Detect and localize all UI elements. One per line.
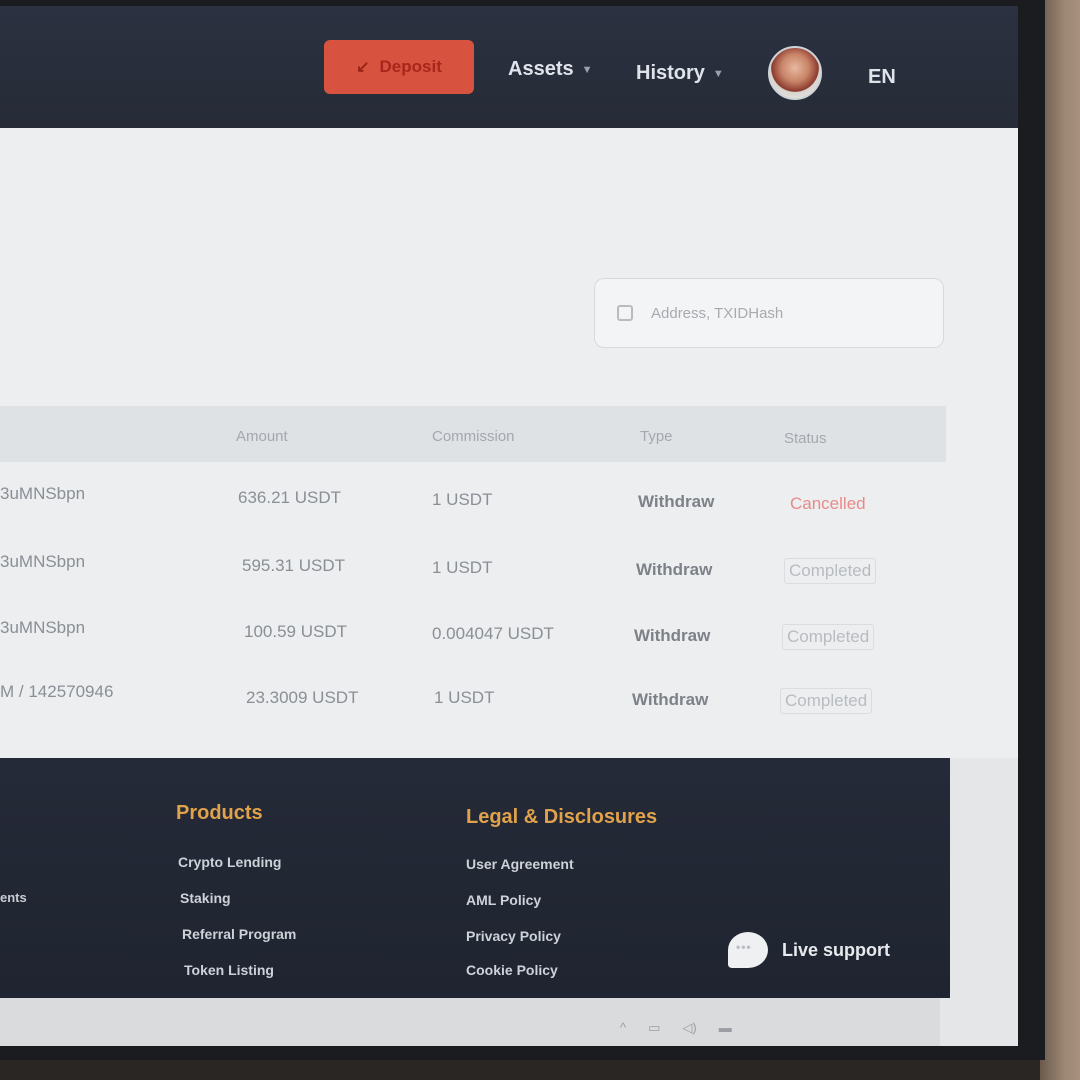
tray-volume-icon[interactable]: ◁) bbox=[682, 1020, 696, 1036]
live-support-label: Live support bbox=[782, 939, 891, 960]
row-amount: 100.59 USDT bbox=[244, 622, 347, 641]
os-taskbar bbox=[0, 998, 940, 1046]
footer-link-cookie-policy[interactable]: Cookie Policy bbox=[466, 962, 558, 978]
header-type: Type bbox=[640, 428, 673, 445]
deposit-button[interactable]: ↙ Deposit bbox=[324, 40, 474, 94]
search-checkbox-icon bbox=[617, 305, 633, 321]
screen: ↙ Deposit Assets ▼ History ▼ EN Address,… bbox=[0, 6, 1018, 1046]
search-placeholder: Address, TXIDHash bbox=[651, 304, 784, 322]
nav-history[interactable]: History ▼ bbox=[636, 62, 724, 85]
row-commission: 0.004047 USDT bbox=[432, 624, 554, 643]
header-amount: Amount bbox=[236, 428, 288, 445]
footer-link-privacy-policy[interactable]: Privacy Policy bbox=[466, 928, 561, 944]
tray-network-icon[interactable]: ▭ bbox=[648, 1020, 660, 1036]
chevron-down-icon: ▼ bbox=[581, 63, 593, 76]
arrow-icon: ↙ bbox=[356, 59, 370, 76]
top-nav-bar: ↙ Deposit Assets ▼ History ▼ EN bbox=[0, 6, 1018, 128]
table-row[interactable]: M / 142570946 23.3009 USDT 1 USDT Withdr… bbox=[0, 666, 946, 732]
row-address: 3uMNSbpn bbox=[0, 552, 86, 571]
row-commission: 1 USDT bbox=[434, 688, 495, 707]
avatar[interactable] bbox=[768, 46, 822, 100]
row-address: 3uMNSbpn bbox=[0, 618, 86, 637]
language-selector[interactable]: EN bbox=[868, 66, 896, 89]
history-content: Address, TXIDHash Amount Commission Type… bbox=[0, 128, 1018, 758]
footer-link-referral-program[interactable]: Referral Program bbox=[182, 926, 296, 942]
table-row[interactable]: 3uMNSbpn 595.31 USDT 1 USDT Withdraw Com… bbox=[0, 534, 946, 600]
nav-assets-label: Assets bbox=[508, 58, 574, 80]
footer-link-token-listing[interactable]: Token Listing bbox=[184, 962, 274, 978]
system-tray: ^ ▭ ◁) ▬ bbox=[620, 1020, 732, 1036]
row-address: 3uMNSbpn bbox=[0, 484, 86, 503]
footer-link-user-agreement[interactable]: User Agreement bbox=[466, 856, 574, 872]
row-amount: 595.31 USDT bbox=[242, 556, 345, 575]
nav-assets[interactable]: Assets ▼ bbox=[508, 58, 593, 81]
header-status: Status bbox=[784, 430, 827, 447]
footer-link-aml-policy[interactable]: AML Policy bbox=[466, 892, 541, 908]
table-row[interactable]: 3uMNSbpn 100.59 USDT 0.004047 USDT Withd… bbox=[0, 600, 946, 666]
tray-battery-icon[interactable]: ▬ bbox=[719, 1020, 732, 1036]
footer-legal-heading: Legal & Disclosures bbox=[466, 806, 658, 828]
row-amount: 636.21 USDT bbox=[238, 488, 341, 507]
row-type: Withdraw bbox=[636, 560, 713, 579]
status-badge: Completed bbox=[784, 558, 877, 584]
deposit-label: Deposit bbox=[379, 57, 442, 76]
row-type: Withdraw bbox=[634, 626, 711, 645]
footer-left-link[interactable]: ents bbox=[0, 890, 27, 905]
live-support-button[interactable]: Live support bbox=[728, 932, 890, 968]
background-wall bbox=[1040, 0, 1080, 1080]
table-row[interactable]: 3uMNSbpn 636.21 USDT 1 USDT Withdraw Can… bbox=[0, 468, 946, 534]
nav-history-label: History bbox=[636, 62, 705, 84]
row-address: M / 142570946 bbox=[0, 682, 114, 701]
row-type: Withdraw bbox=[638, 492, 715, 511]
row-type: Withdraw bbox=[632, 690, 709, 709]
header-commission: Commission bbox=[432, 428, 515, 445]
status-badge: Completed bbox=[782, 624, 875, 650]
tray-chevron-icon[interactable]: ^ bbox=[620, 1020, 626, 1036]
status-badge: Completed bbox=[780, 688, 873, 714]
status-badge: Cancelled bbox=[790, 494, 866, 513]
row-commission: 1 USDT bbox=[432, 558, 493, 577]
chat-bubble-icon bbox=[728, 932, 768, 968]
row-amount: 23.3009 USDT bbox=[246, 688, 359, 707]
search-input[interactable]: Address, TXIDHash bbox=[594, 278, 944, 348]
row-commission: 1 USDT bbox=[432, 490, 493, 509]
footer-products-heading: Products bbox=[176, 802, 263, 824]
chevron-down-icon: ▼ bbox=[712, 67, 724, 80]
footer-link-crypto-lending[interactable]: Crypto Lending bbox=[178, 854, 281, 870]
footer-link-staking[interactable]: Staking bbox=[180, 890, 231, 906]
